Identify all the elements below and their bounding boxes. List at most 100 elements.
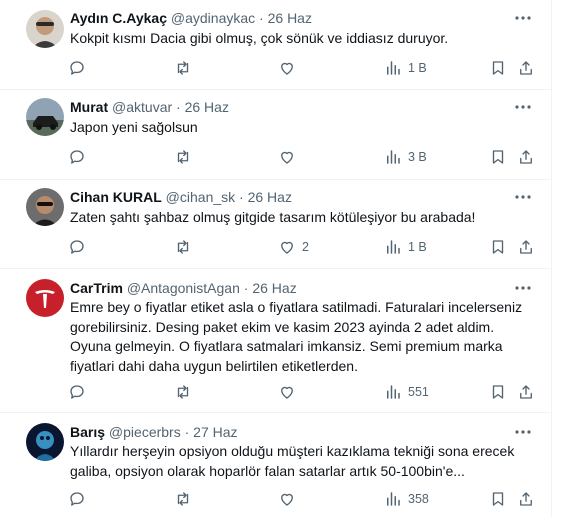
tweet-header: Murat @aktuvar · 26 Haz [70,97,229,117]
user-handle[interactable]: @cihan_sk [166,189,235,205]
retweet-icon [174,148,192,166]
separator-dot: · [259,10,264,26]
user-handle[interactable]: @aydinaykac [171,10,255,26]
more-icon[interactable] [513,97,533,117]
share-button[interactable] [517,58,535,78]
tweet-text: Emre bey o fiyatlar etiket asla o fiyatl… [70,299,523,374]
tweet-actions: 3 B [68,147,538,167]
tweet-header: Barış @piecerbrs · 27 Haz [70,422,238,442]
views-button[interactable]: 3 B [384,147,427,167]
tweet-header: Cihan KURAL @cihan_sk · 26 Haz [70,187,292,207]
retweet-button[interactable] [174,382,192,402]
like-button[interactable] [278,147,302,167]
reply-icon [68,238,86,256]
share-icon [517,238,535,256]
bookmark-button[interactable] [489,58,507,78]
like-icon [278,238,296,256]
reply-feed: Aydın C.Aykaç @aydinaykac · 26 Haz Kokpi… [0,0,552,517]
separator-dot: · [176,99,181,115]
share-button[interactable] [517,489,535,509]
like-button[interactable] [278,382,302,402]
avatar[interactable] [26,98,64,136]
bookmark-button[interactable] [489,382,507,402]
tweet-date[interactable]: 26 Haz [248,189,292,205]
user-handle[interactable]: @piecerbrs [109,424,181,440]
avatar[interactable] [26,279,64,317]
reply-icon [68,59,86,77]
display-name[interactable]: Cihan KURAL [70,189,162,205]
views-icon [384,59,402,77]
bookmark-icon [489,148,507,166]
views-button[interactable]: 1 B [384,58,427,78]
bookmark-button[interactable] [489,147,507,167]
like-count: 2 [302,240,309,254]
view-count: 551 [408,385,429,399]
reply-button[interactable] [68,147,86,167]
separator-dot: · [184,424,190,440]
tweet-text: Yıllardır herşeyin opsiyon olduğu müşter… [70,443,515,479]
view-count: 1 B [408,240,427,254]
retweet-button[interactable] [174,58,192,78]
display-name[interactable]: CarTrim [70,280,123,296]
reply-button[interactable] [68,237,86,257]
share-button[interactable] [517,147,535,167]
share-icon [517,383,535,401]
bookmark-icon [489,238,507,256]
display-name[interactable]: Aydın C.Aykaç [70,10,167,26]
views-button[interactable]: 551 [384,382,429,402]
more-icon[interactable] [513,187,533,207]
retweet-button[interactable] [174,489,192,509]
like-button[interactable] [278,489,302,509]
reply-icon [68,490,86,508]
tweet-date[interactable]: 27 Haz [193,424,237,440]
bookmark-button[interactable] [489,237,507,257]
tweet-date[interactable]: 26 Haz [252,280,296,296]
user-handle[interactable]: @aktuvar [112,99,172,115]
reply-button[interactable] [68,489,86,509]
tweet[interactable]: CarTrim @AntagonistAgan · 26 Haz Emre be… [0,269,551,413]
tweet[interactable]: Cihan KURAL @cihan_sk · 26 Haz Zaten şah… [0,180,551,269]
share-button[interactable] [517,382,535,402]
reply-button[interactable] [68,58,86,78]
retweet-icon [174,383,192,401]
views-icon [384,383,402,401]
tweet-text: Kokpit kısmı Dacia gibi olmuş, çok sönük… [70,30,449,46]
bookmark-button[interactable] [489,489,507,509]
retweet-icon [174,59,192,77]
more-icon[interactable] [513,422,533,442]
views-button[interactable]: 358 [384,489,429,509]
tweet-actions: 1 B [68,58,538,78]
avatar[interactable] [26,10,64,48]
more-icon[interactable] [513,8,533,28]
like-button[interactable] [278,58,302,78]
more-icon[interactable] [513,278,533,298]
view-count: 1 B [408,61,427,75]
user-handle[interactable]: @AntagonistAgan [127,280,240,296]
tweet-actions: 551 [68,382,538,402]
tweet-text: Japon yeni sağolsun [70,119,198,135]
retweet-icon [174,238,192,256]
share-button[interactable] [517,237,535,257]
tweet-actions: 358 [68,489,538,509]
views-icon [384,490,402,508]
like-button[interactable]: 2 [278,237,309,257]
reply-button[interactable] [68,382,86,402]
views-button[interactable]: 1 B [384,237,427,257]
bookmark-icon [489,490,507,508]
avatar[interactable] [26,423,64,461]
avatar[interactable] [26,188,64,226]
bookmark-icon [489,383,507,401]
tweet[interactable]: Murat @aktuvar · 26 Haz Japon yeni sağol… [0,90,551,180]
retweet-button[interactable] [174,147,192,167]
retweet-button[interactable] [174,237,192,257]
display-name[interactable]: Barış [70,424,105,440]
display-name[interactable]: Murat [70,99,108,115]
like-icon [278,59,296,77]
views-icon [384,148,402,166]
tweet-date[interactable]: 26 Haz [185,99,229,115]
share-icon [517,148,535,166]
tweet[interactable]: Barış @piecerbrs · 27 Haz Yıllardır herş… [0,413,551,517]
tweet[interactable]: Aydın C.Aykaç @aydinaykac · 26 Haz Kokpi… [0,0,551,90]
tweet-header: CarTrim @AntagonistAgan · 26 Haz [70,278,297,298]
tweet-date[interactable]: 26 Haz [268,10,312,26]
